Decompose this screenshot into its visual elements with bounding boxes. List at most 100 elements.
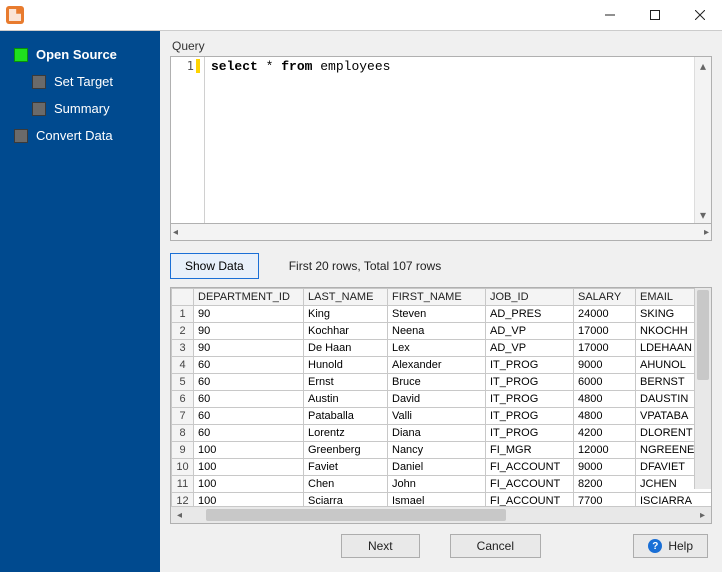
table-cell[interactable]: 60 xyxy=(194,408,304,425)
scroll-right-icon[interactable]: ▸ xyxy=(694,510,711,521)
table-cell[interactable]: 17000 xyxy=(574,340,636,357)
table-row[interactable]: 560ErnstBruceIT_PROG6000BERNST xyxy=(172,374,712,391)
table-row[interactable]: 290KochharNeenaAD_VP17000NKOCHH xyxy=(172,323,712,340)
table-cell[interactable]: Valli xyxy=(388,408,486,425)
scrollbar-thumb[interactable] xyxy=(697,290,709,380)
table-cell[interactable]: IT_PROG xyxy=(486,391,574,408)
table-cell[interactable]: FI_ACCOUNT xyxy=(486,476,574,493)
scroll-down-icon[interactable]: ▾ xyxy=(695,206,711,223)
table-cell[interactable]: Hunold xyxy=(304,357,388,374)
scroll-up-icon[interactable]: ▴ xyxy=(695,57,711,74)
scroll-left-icon[interactable]: ◂ xyxy=(171,510,188,521)
close-button[interactable] xyxy=(677,0,722,30)
table-cell[interactable]: IT_PROG xyxy=(486,374,574,391)
minimize-button[interactable] xyxy=(587,0,632,30)
table-cell[interactable]: 4800 xyxy=(574,408,636,425)
next-button[interactable]: Next xyxy=(341,534,420,558)
table-cell[interactable]: Steven xyxy=(388,306,486,323)
results-table-scroll[interactable]: DEPARTMENT_IDLAST_NAMEFIRST_NAMEJOB_IDSA… xyxy=(171,288,711,506)
table-horizontal-scrollbar[interactable]: ◂ ▸ xyxy=(171,506,711,523)
table-cell[interactable]: Nancy xyxy=(388,442,486,459)
table-vertical-scrollbar[interactable] xyxy=(694,288,711,489)
table-cell[interactable]: Ernst xyxy=(304,374,388,391)
table-cell[interactable]: Diana xyxy=(388,425,486,442)
query-editor[interactable]: 1 select * from employees ▴ ▾ xyxy=(170,56,712,224)
table-row[interactable]: 12100SciarraIsmaelFI_ACCOUNT7700ISCIARRA xyxy=(172,493,712,507)
table-cell[interactable]: IT_PROG xyxy=(486,425,574,442)
table-cell[interactable]: King xyxy=(304,306,388,323)
table-cell[interactable]: 9000 xyxy=(574,357,636,374)
table-cell[interactable]: 60 xyxy=(194,374,304,391)
table-cell[interactable]: IT_PROG xyxy=(486,408,574,425)
table-cell[interactable]: 4800 xyxy=(574,391,636,408)
table-cell[interactable]: 17000 xyxy=(574,323,636,340)
table-cell[interactable]: AD_VP xyxy=(486,323,574,340)
table-cell[interactable]: 12000 xyxy=(574,442,636,459)
table-cell[interactable]: Daniel xyxy=(388,459,486,476)
table-row[interactable]: 11100ChenJohnFI_ACCOUNT8200JCHEN xyxy=(172,476,712,493)
table-cell[interactable]: Alexander xyxy=(388,357,486,374)
wizard-step-convert-data[interactable]: Convert Data xyxy=(0,122,160,149)
column-header[interactable]: LAST_NAME xyxy=(304,289,388,306)
wizard-step-open-source[interactable]: Open Source xyxy=(0,41,160,68)
editor-horizontal-scrollbar[interactable]: ◂ ▸ xyxy=(170,224,712,241)
table-cell[interactable]: 60 xyxy=(194,391,304,408)
table-cell[interactable]: 100 xyxy=(194,476,304,493)
table-row[interactable]: 460HunoldAlexanderIT_PROG9000AHUNOL xyxy=(172,357,712,374)
code-area[interactable]: select * from employees xyxy=(205,57,694,223)
table-cell[interactable]: FI_MGR xyxy=(486,442,574,459)
column-header[interactable]: SALARY xyxy=(574,289,636,306)
scroll-right-icon[interactable]: ▸ xyxy=(704,227,709,238)
table-row[interactable]: 660AustinDavidIT_PROG4800DAUSTIN xyxy=(172,391,712,408)
table-cell[interactable]: 100 xyxy=(194,442,304,459)
table-row[interactable]: 860LorentzDianaIT_PROG4200DLORENT xyxy=(172,425,712,442)
scroll-left-icon[interactable]: ◂ xyxy=(173,227,178,238)
wizard-step-summary[interactable]: Summary xyxy=(0,95,160,122)
table-cell[interactable]: John xyxy=(388,476,486,493)
table-cell[interactable]: 6000 xyxy=(574,374,636,391)
table-cell[interactable]: 100 xyxy=(194,493,304,507)
table-cell[interactable]: Kochhar xyxy=(304,323,388,340)
table-cell[interactable]: Lorentz xyxy=(304,425,388,442)
table-cell[interactable]: Pataballa xyxy=(304,408,388,425)
table-cell[interactable]: Sciarra xyxy=(304,493,388,507)
table-row[interactable]: 390De HaanLexAD_VP17000LDEHAAN xyxy=(172,340,712,357)
table-cell[interactable]: 7700 xyxy=(574,493,636,507)
table-cell[interactable]: Austin xyxy=(304,391,388,408)
column-header[interactable]: JOB_ID xyxy=(486,289,574,306)
table-cell[interactable]: FI_ACCOUNT xyxy=(486,459,574,476)
cancel-button[interactable]: Cancel xyxy=(450,534,541,558)
table-cell[interactable]: Ismael xyxy=(388,493,486,507)
maximize-button[interactable] xyxy=(632,0,677,30)
table-cell[interactable]: IT_PROG xyxy=(486,357,574,374)
table-cell[interactable]: ISCIARRA xyxy=(636,493,712,507)
table-cell[interactable]: 90 xyxy=(194,340,304,357)
editor-vertical-scrollbar[interactable]: ▴ ▾ xyxy=(694,57,711,223)
table-cell[interactable]: Neena xyxy=(388,323,486,340)
show-data-button[interactable]: Show Data xyxy=(170,253,259,279)
table-cell[interactable]: 90 xyxy=(194,306,304,323)
table-cell[interactable]: Greenberg xyxy=(304,442,388,459)
table-cell[interactable]: Bruce xyxy=(388,374,486,391)
table-cell[interactable]: Chen xyxy=(304,476,388,493)
table-cell[interactable]: 90 xyxy=(194,323,304,340)
table-row[interactable]: 760PataballaValliIT_PROG4800VPATABA xyxy=(172,408,712,425)
scrollbar-thumb[interactable] xyxy=(206,509,506,521)
table-cell[interactable]: 60 xyxy=(194,425,304,442)
column-header[interactable]: FIRST_NAME xyxy=(388,289,486,306)
wizard-step-set-target[interactable]: Set Target xyxy=(0,68,160,95)
help-button[interactable]: ? Help xyxy=(633,534,708,558)
table-cell[interactable]: 8200 xyxy=(574,476,636,493)
table-cell[interactable]: FI_ACCOUNT xyxy=(486,493,574,507)
table-cell[interactable]: 4200 xyxy=(574,425,636,442)
table-cell[interactable]: AD_VP xyxy=(486,340,574,357)
table-cell[interactable]: 60 xyxy=(194,357,304,374)
table-cell[interactable]: AD_PRES xyxy=(486,306,574,323)
table-cell[interactable]: De Haan xyxy=(304,340,388,357)
table-cell[interactable]: Faviet xyxy=(304,459,388,476)
table-cell[interactable]: Lex xyxy=(388,340,486,357)
scrollbar-track[interactable] xyxy=(188,507,694,523)
table-row[interactable]: 9100GreenbergNancyFI_MGR12000NGREENE xyxy=(172,442,712,459)
table-cell[interactable]: 24000 xyxy=(574,306,636,323)
row-number-header[interactable] xyxy=(172,289,194,306)
